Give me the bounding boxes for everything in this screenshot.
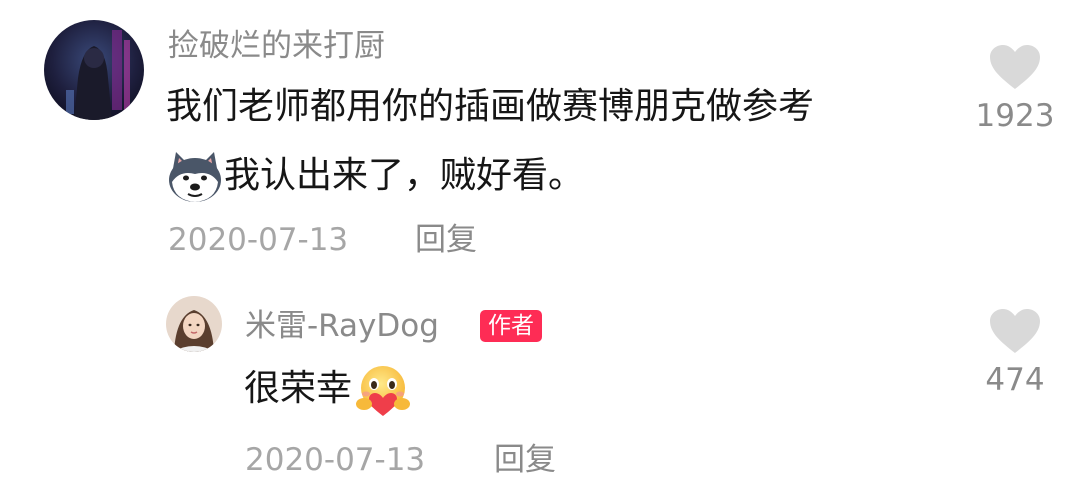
author-badge: 作者 [480, 310, 542, 342]
reply-avatar[interactable] [166, 296, 222, 352]
reply-button[interactable]: 回复 [415, 220, 477, 260]
comment-thread: 捡破烂的来打厨 我们老师都用你的插画做赛博朋克做参考 我认出来了，贼好看。 20… [0, 0, 1080, 501]
like-count: 1923 [975, 98, 1055, 134]
comment-username[interactable]: 捡破烂的来打厨 [168, 26, 385, 66]
comment-text-line-2: 我认出来了，贼好看。 [166, 150, 584, 204]
hug-heart-emoji-icon [352, 362, 414, 418]
comment-date: 2020-07-13 [168, 222, 349, 258]
reply-username[interactable]: 米雷-RayDog [245, 306, 439, 346]
avatar[interactable] [44, 20, 144, 120]
reply-date: 2020-07-13 [245, 442, 426, 478]
reply-reply-button[interactable]: 回复 [494, 440, 556, 480]
comment-text-line-1: 我们老师都用你的插画做赛博朋克做参考 [166, 86, 815, 127]
reply-heart-icon[interactable] [989, 308, 1041, 354]
reply-text: 很荣幸 [244, 362, 414, 418]
heart-icon[interactable] [989, 44, 1041, 90]
comment-text-line-2-text: 我认出来了，贼好看。 [224, 155, 585, 196]
reply-like-count: 474 [985, 362, 1045, 398]
husky-emoji-icon [166, 150, 224, 204]
reply-text-content: 很荣幸 [244, 368, 353, 409]
